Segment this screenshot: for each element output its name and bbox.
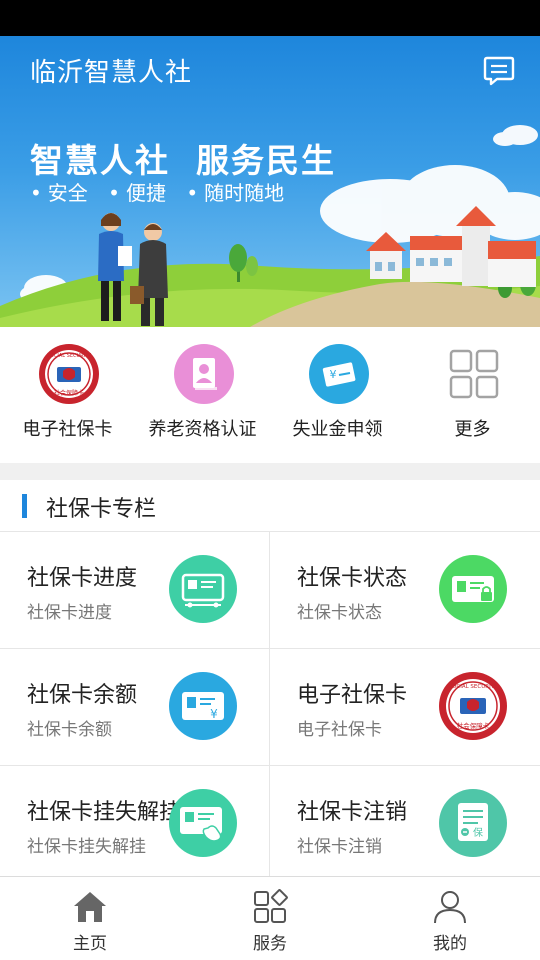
svg-text:社会保障卡: 社会保障卡 bbox=[457, 721, 490, 730]
slogan-left: 智慧人社 bbox=[30, 141, 170, 180]
service-subtitle: 社保卡状态 bbox=[297, 603, 382, 623]
quick-item-unemployment[interactable]: ¥ 失业金申领 bbox=[270, 327, 405, 463]
quick-item-e-card[interactable]: SOCIAL SECURITY 社会保障卡 电子社保卡 bbox=[0, 327, 135, 463]
home-icon bbox=[74, 892, 106, 922]
services-grid-icon bbox=[254, 889, 288, 923]
service-subtitle: 电子社保卡 bbox=[297, 720, 382, 740]
service-title: 社保卡进度 bbox=[27, 566, 138, 591]
service-subtitle: 社保卡进度 bbox=[27, 603, 112, 623]
tag-anytime: 随时随地 bbox=[186, 181, 284, 205]
service-card-cancel[interactable]: 社保卡注销 社保卡注销 保 bbox=[270, 766, 540, 883]
card-lock-icon bbox=[439, 555, 507, 623]
service-card-loss[interactable]: 社保卡挂失解挂 社保卡挂失解挂 bbox=[0, 766, 270, 883]
tab-home[interactable]: 主页 bbox=[0, 877, 180, 960]
svg-text:保: 保 bbox=[473, 826, 483, 839]
quick-item-more[interactable]: 更多 bbox=[405, 327, 540, 463]
quick-label-more: 更多 bbox=[454, 419, 491, 440]
tab-label-home: 主页 bbox=[73, 934, 107, 954]
social-card-section: 社保卡专栏 社保卡进度 社保卡进度 社保卡状态 社保卡状态 社保卡余额 社保卡余… bbox=[0, 480, 540, 883]
service-card-progress[interactable]: 社保卡进度 社保卡进度 bbox=[0, 532, 270, 649]
card-phone-icon bbox=[169, 789, 237, 857]
card-yuan-icon: ¥ bbox=[169, 672, 237, 740]
id-photo-icon bbox=[174, 344, 234, 404]
header-banner: 临沂智慧人社 智慧人社服务民生 安全 便捷 随时随地 bbox=[0, 36, 540, 327]
service-e-card[interactable]: 电子社保卡 电子社保卡 SOCIAL SECURITY 社会保障卡 bbox=[270, 649, 540, 766]
grid-more-icon bbox=[449, 349, 499, 399]
section-header: 社保卡专栏 bbox=[0, 480, 540, 532]
tag-convenient: 便捷 bbox=[108, 181, 166, 205]
card-progress-icon bbox=[169, 555, 237, 623]
quick-item-pension-auth[interactable]: 养老资格认证 bbox=[135, 327, 270, 463]
service-title: 社保卡余额 bbox=[27, 683, 138, 708]
bottom-tabbar: 主页 服务 我的 bbox=[0, 876, 540, 960]
slogan-right: 服务民生 bbox=[196, 141, 336, 180]
message-icon[interactable] bbox=[482, 54, 516, 88]
svg-text:社会保障卡: 社会保障卡 bbox=[54, 389, 84, 397]
document-cancel-icon: 保 bbox=[439, 789, 507, 857]
service-card-status[interactable]: 社保卡状态 社保卡状态 bbox=[270, 532, 540, 649]
quick-label-e-card: 电子社保卡 bbox=[22, 419, 113, 440]
social-security-card-seal-icon: SOCIAL SECURITY 社会保障卡 bbox=[39, 344, 99, 404]
svg-text:¥: ¥ bbox=[210, 707, 218, 721]
quick-label-pension-auth: 养老资格认证 bbox=[148, 419, 257, 440]
banner-slogan: 智慧人社 服务民生 bbox=[30, 134, 336, 182]
service-subtitle: 社保卡余额 bbox=[27, 720, 112, 740]
social-security-card-seal-icon: SOCIAL SECURITY 社会保障卡 bbox=[439, 672, 507, 740]
svg-text:SOCIAL SECURITY: SOCIAL SECURITY bbox=[449, 684, 498, 690]
tab-label-profile: 我的 bbox=[433, 934, 467, 954]
status-bar bbox=[0, 0, 540, 36]
service-title: 电子社保卡 bbox=[297, 683, 408, 708]
tab-label-services: 服务 bbox=[253, 934, 287, 954]
section-title: 社保卡专栏 bbox=[46, 497, 157, 522]
quick-actions: SOCIAL SECURITY 社会保障卡 电子社保卡 养老资格认证 ¥ 失业金… bbox=[0, 327, 540, 463]
service-subtitle: 社保卡注销 bbox=[297, 837, 382, 857]
service-card-balance[interactable]: 社保卡余额 社保卡余额 ¥ bbox=[0, 649, 270, 766]
service-title: 社保卡注销 bbox=[297, 800, 408, 825]
quick-label-unemployment: 失业金申领 bbox=[292, 419, 383, 440]
tab-profile[interactable]: 我的 bbox=[360, 877, 540, 960]
banner-tags: 安全 便捷 随时随地 bbox=[30, 177, 298, 206]
section-accent-bar bbox=[22, 494, 27, 518]
service-title: 社保卡状态 bbox=[297, 566, 408, 591]
svg-text:SOCIAL SECURITY: SOCIAL SECURITY bbox=[47, 353, 92, 359]
yuan-card-icon: ¥ bbox=[309, 344, 369, 404]
service-subtitle: 社保卡挂失解挂 bbox=[27, 837, 146, 857]
app-title: 临沂智慧人社 bbox=[30, 58, 193, 88]
tab-services[interactable]: 服务 bbox=[180, 877, 360, 960]
profile-icon bbox=[434, 891, 466, 924]
tag-safe: 安全 bbox=[30, 181, 88, 205]
svg-text:¥: ¥ bbox=[330, 368, 337, 381]
service-title: 社保卡挂失解挂 bbox=[27, 800, 182, 825]
